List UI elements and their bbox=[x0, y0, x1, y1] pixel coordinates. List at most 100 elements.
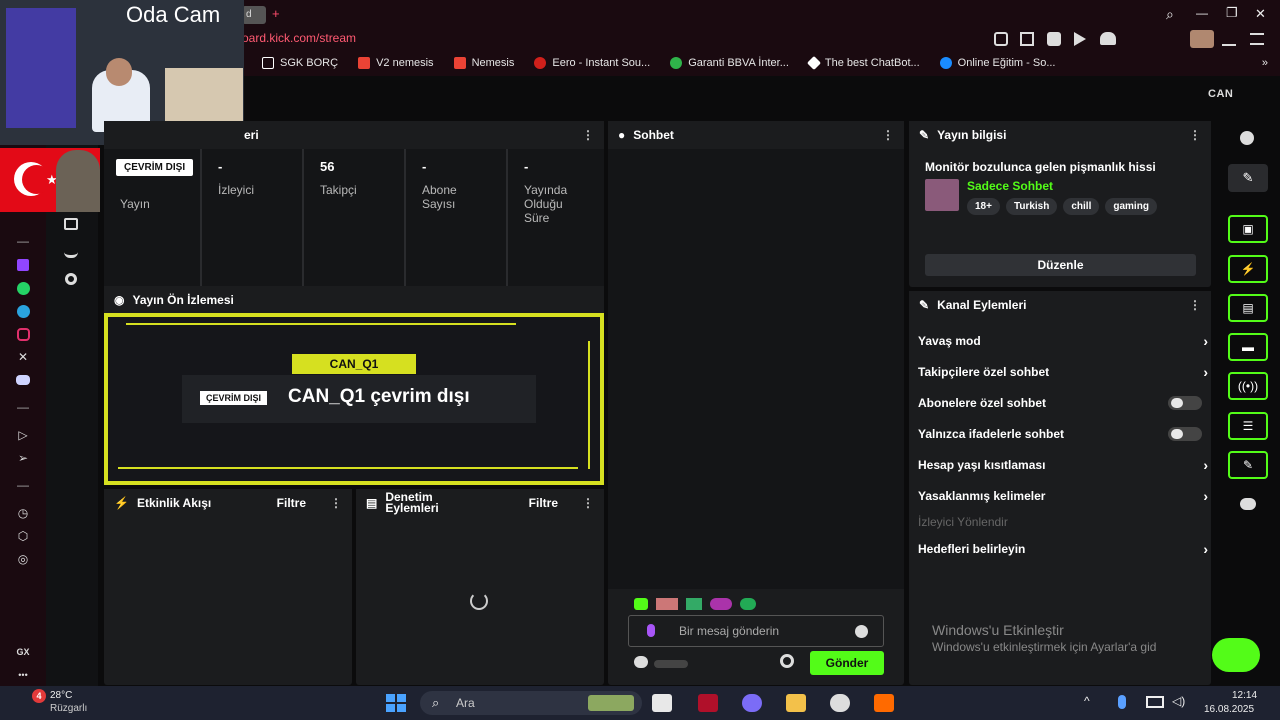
task-view-icon[interactable] bbox=[652, 694, 672, 712]
offline-badge: ÇEVRİM DIŞI bbox=[200, 391, 268, 405]
more-options-icon[interactable]: ⋮ bbox=[582, 497, 594, 509]
search-icon[interactable]: ⌕ bbox=[1166, 6, 1174, 23]
menu-icon[interactable] bbox=[1250, 33, 1264, 45]
more-options-icon[interactable]: ⋮ bbox=[1189, 128, 1201, 142]
shield-icon[interactable] bbox=[1047, 32, 1061, 46]
action-followers-only[interactable]: Takipçilere özel sohbet › bbox=[918, 361, 1208, 383]
filter-button[interactable]: Filtre bbox=[529, 497, 558, 509]
twitch-icon[interactable] bbox=[17, 259, 29, 271]
avatar[interactable] bbox=[1190, 30, 1214, 48]
shirt-icon[interactable]: ⬡ bbox=[14, 527, 32, 545]
settings-icon[interactable] bbox=[780, 654, 794, 668]
stream-icon[interactable]: ▣ bbox=[1228, 215, 1268, 243]
emote-icon[interactable] bbox=[710, 598, 732, 610]
points-icon[interactable] bbox=[634, 656, 648, 668]
snapshot-icon[interactable] bbox=[1020, 32, 1034, 46]
microphone-icon[interactable] bbox=[1118, 695, 1126, 709]
points-icon[interactable] bbox=[1240, 498, 1256, 510]
discord-icon[interactable] bbox=[16, 375, 30, 385]
bookmark-item[interactable]: V2 nemesis bbox=[358, 57, 434, 69]
emotes-only-toggle[interactable] bbox=[1168, 427, 1202, 441]
bookmark-item[interactable]: Nemesis bbox=[453, 57, 514, 69]
edit-icon[interactable]: ✎ bbox=[1228, 164, 1268, 192]
heart-icon[interactable] bbox=[1100, 32, 1116, 45]
taskbar-search[interactable]: ⌕ Ara bbox=[420, 691, 642, 715]
emoji-icon[interactable] bbox=[855, 625, 868, 638]
more-options-icon[interactable]: ⋮ bbox=[882, 128, 894, 142]
stream-icon[interactable] bbox=[64, 218, 78, 230]
emote-icon[interactable] bbox=[634, 598, 648, 610]
extension-icon[interactable] bbox=[994, 32, 1008, 46]
browser-tab[interactable]: d bbox=[242, 6, 266, 24]
send-icon[interactable] bbox=[1074, 32, 1086, 46]
bookmark-item[interactable]: SGK BORÇ bbox=[262, 57, 338, 69]
page-icon bbox=[262, 57, 274, 69]
users-icon[interactable] bbox=[64, 246, 78, 258]
webcam-face bbox=[106, 58, 132, 86]
message-input[interactable]: Bir mesaj gönderin bbox=[628, 615, 884, 647]
bookmark-item[interactable]: Garanti BBVA İnter... bbox=[670, 57, 789, 69]
emote-icon[interactable] bbox=[656, 598, 678, 610]
wrench-icon[interactable]: ✎ bbox=[1228, 451, 1268, 479]
clock-time[interactable]: 12:14 bbox=[1232, 690, 1257, 701]
start-icon[interactable] bbox=[386, 694, 406, 712]
restore-button[interactable]: ❐ bbox=[1226, 5, 1238, 21]
emote-icon[interactable] bbox=[740, 598, 756, 610]
document-icon[interactable]: ▤ bbox=[1228, 294, 1268, 322]
opera-gx-icon[interactable] bbox=[698, 694, 718, 712]
more-options-icon[interactable]: ⋮ bbox=[582, 128, 594, 142]
gx-icon[interactable]: GX bbox=[14, 643, 32, 661]
xiaomi-icon[interactable] bbox=[874, 694, 894, 712]
tray-chevron-icon[interactable]: ^ bbox=[1084, 694, 1090, 708]
bookmarks-more-button[interactable]: » bbox=[1262, 57, 1268, 69]
action-account-age[interactable]: Hesap yaşı kısıtlaması › bbox=[918, 454, 1208, 476]
close-button[interactable]: ✕ bbox=[1255, 6, 1266, 22]
new-tab-button[interactable]: + bbox=[272, 6, 280, 21]
bookmark-item[interactable]: The best ChatBot... bbox=[806, 55, 920, 71]
url-text[interactable]: oard.kick.com/stream bbox=[242, 31, 356, 45]
send-button[interactable]: Gönder bbox=[810, 651, 884, 675]
search-icon: ⌕ bbox=[432, 695, 440, 710]
gear-icon[interactable] bbox=[65, 273, 77, 285]
microphone-icon[interactable] bbox=[647, 624, 655, 637]
more-icon[interactable]: ••• bbox=[14, 666, 32, 684]
clock-date[interactable]: 16.08.2025 bbox=[1204, 704, 1254, 715]
emote-icon[interactable] bbox=[686, 598, 702, 610]
bookmark-item[interactable]: Online Eğitim - So... bbox=[939, 57, 1056, 69]
action-slow-mode[interactable]: Yavaş mod › bbox=[918, 330, 1208, 352]
network-icon[interactable] bbox=[1146, 696, 1164, 708]
telegram-icon[interactable] bbox=[16, 304, 30, 318]
weather-desc[interactable]: Rüzgarlı bbox=[50, 703, 87, 714]
action-banned-words[interactable]: Yasaklanmış kelimeler › bbox=[918, 485, 1208, 507]
folder-icon[interactable] bbox=[786, 694, 806, 712]
send-icon[interactable]: ➢ bbox=[14, 449, 32, 467]
stream-info-header: ✎ Yayın bilgisi ⋮ bbox=[909, 121, 1211, 149]
chat-icon[interactable]: ▬ bbox=[1228, 333, 1268, 361]
whatsapp-icon[interactable] bbox=[16, 281, 30, 295]
app-icon[interactable] bbox=[830, 694, 850, 712]
broadcast-icon[interactable]: ((•)) bbox=[1228, 372, 1268, 400]
category-link[interactable]: Sadece Sohbet bbox=[967, 179, 1053, 193]
play-icon[interactable]: ▷ bbox=[14, 426, 32, 444]
layout-icon[interactable]: ☰ bbox=[1228, 412, 1268, 440]
game-icon[interactable]: ◎ bbox=[14, 550, 32, 568]
support-chat-icon[interactable] bbox=[1212, 638, 1260, 672]
x-icon[interactable]: ✕ bbox=[14, 348, 32, 366]
copilot-icon[interactable] bbox=[742, 694, 762, 712]
bookmark-item[interactable]: Eero - Instant Sou... bbox=[534, 57, 650, 69]
weather-temp[interactable]: 28°C bbox=[50, 690, 72, 701]
bolt-icon[interactable]: ⚡ bbox=[1228, 255, 1268, 283]
download-icon[interactable] bbox=[1222, 32, 1236, 46]
clock-icon[interactable]: ◷ bbox=[14, 504, 32, 522]
action-set-goals[interactable]: Hedefleri belirleyin › bbox=[918, 538, 1208, 560]
stream-preview[interactable]: CAN_Q1 ÇEVRİM DIŞI CAN_Q1 çevrim dışı bbox=[104, 313, 604, 485]
more-options-icon[interactable]: ⋮ bbox=[1189, 298, 1201, 312]
edit-button[interactable]: Düzenle bbox=[925, 254, 1196, 276]
more-options-icon[interactable]: ⋮ bbox=[330, 496, 342, 510]
info-icon[interactable] bbox=[1240, 131, 1254, 145]
volume-icon[interactable]: ◁) bbox=[1172, 694, 1185, 708]
subscribers-only-toggle[interactable] bbox=[1168, 396, 1202, 410]
instagram-icon[interactable] bbox=[16, 327, 30, 341]
minimize-button[interactable]: — bbox=[1196, 6, 1208, 20]
filter-button[interactable]: Filtre bbox=[277, 496, 306, 510]
